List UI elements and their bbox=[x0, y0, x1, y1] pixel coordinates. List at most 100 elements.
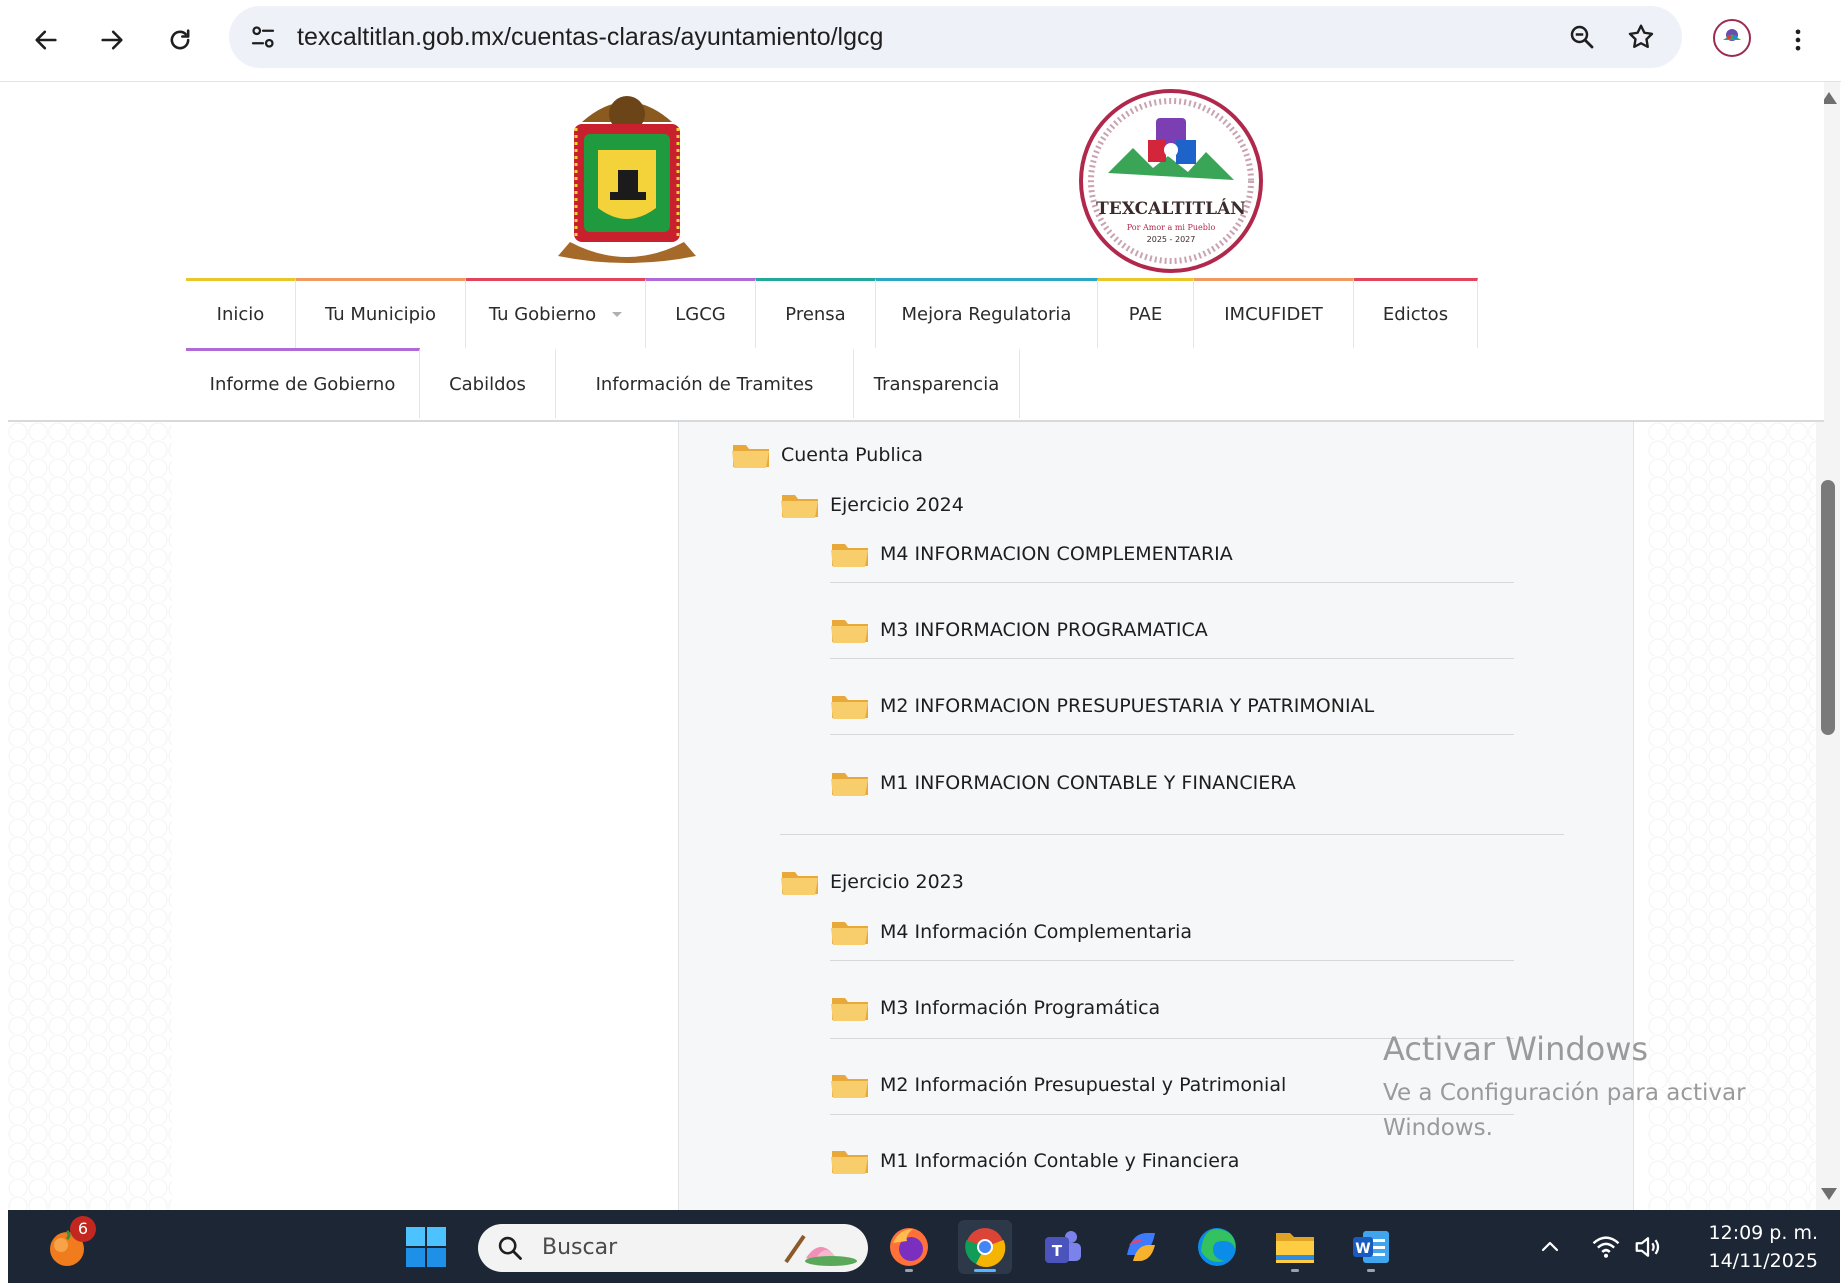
profile-avatar[interactable] bbox=[1708, 14, 1756, 62]
background-pattern-left bbox=[8, 422, 172, 1210]
nav-cabildos[interactable]: Cabildos bbox=[420, 348, 556, 418]
folder-icon bbox=[831, 620, 868, 643]
edge-icon[interactable] bbox=[1190, 1220, 1244, 1274]
screen: texcaltitlan.gob.mx/cuentas-claras/ayunt… bbox=[0, 0, 1841, 1283]
tree-label: M2 INFORMACION PRESUPUESTARIA Y PATRIMON… bbox=[880, 695, 1375, 717]
tree-item-2023-m3[interactable]: M3 Información Programática bbox=[830, 988, 1160, 1028]
nav-transparencia[interactable]: Transparencia bbox=[854, 348, 1020, 418]
tree-root-cuenta-publica[interactable]: Cuenta Publica bbox=[731, 435, 923, 475]
folder-icon bbox=[831, 696, 868, 719]
tree-label: M1 INFORMACION CONTABLE Y FINANCIERA bbox=[880, 772, 1296, 794]
back-arrow-icon[interactable] bbox=[22, 16, 70, 64]
zoom-icon[interactable] bbox=[1558, 13, 1606, 61]
chevron-down-icon bbox=[612, 312, 623, 317]
taskbar-search[interactable]: Buscar bbox=[478, 1224, 868, 1272]
forward-arrow-icon[interactable] bbox=[88, 16, 136, 64]
scrollbar-thumb[interactable] bbox=[1821, 480, 1835, 735]
scroll-down-arrow-icon[interactable] bbox=[1821, 1188, 1837, 1200]
active-indicator bbox=[974, 1269, 996, 1272]
word-icon[interactable]: W bbox=[1344, 1220, 1398, 1274]
tree-label: M3 INFORMACION PROGRAMATICA bbox=[880, 619, 1208, 641]
nav-label: Mejora Regulatoria bbox=[901, 304, 1072, 325]
nav-label: Información de Tramites bbox=[595, 374, 814, 395]
nav-tu-municipio[interactable]: Tu Municipio bbox=[296, 278, 466, 348]
site-header: TEXCALTITLÁN Por Amor a mi Pueblo 2025 -… bbox=[8, 82, 1824, 422]
watermark-title: Activar Windows bbox=[1383, 1030, 1649, 1068]
svg-text:TEXCALTITLÁN: TEXCALTITLÁN bbox=[1096, 198, 1246, 219]
nav-label: Cabildos bbox=[449, 374, 526, 395]
folder-icon bbox=[781, 872, 818, 895]
nav-imcufidet[interactable]: IMCUFIDET bbox=[1194, 278, 1354, 348]
notification-badge: 6 bbox=[70, 1216, 96, 1242]
browser-toolbar: texcaltitlan.gob.mx/cuentas-claras/ayunt… bbox=[0, 0, 1841, 82]
tree-year-2024[interactable]: Ejercicio 2024 bbox=[780, 485, 964, 525]
tree-label: Cuenta Publica bbox=[781, 444, 924, 466]
nav-tu-gobierno[interactable]: Tu Gobierno bbox=[466, 278, 646, 348]
nav-label: Transparencia bbox=[873, 374, 1000, 395]
firefox-icon[interactable] bbox=[882, 1220, 936, 1274]
divider bbox=[830, 658, 1514, 659]
tree-item-2023-m2[interactable]: M2 Información Presupuestal y Patrimonia… bbox=[830, 1065, 1286, 1105]
bookmark-star-icon[interactable] bbox=[1617, 13, 1665, 61]
reload-icon[interactable] bbox=[156, 16, 204, 64]
windows-taskbar: 6 Buscar T W 12:09 p. m. 14/11/2025 bbox=[8, 1210, 1840, 1283]
nav-edictos[interactable]: Edictos bbox=[1354, 278, 1478, 348]
divider bbox=[830, 582, 1514, 583]
clock-time[interactable]: 12:09 p. m. bbox=[1668, 1222, 1818, 1244]
menu-dots-icon[interactable] bbox=[1774, 16, 1822, 64]
tree-item-2023-m4[interactable]: M4 Información Complementaria bbox=[830, 912, 1192, 952]
volume-icon[interactable] bbox=[1628, 1220, 1668, 1274]
nav-label: LGCG bbox=[675, 304, 726, 325]
nav-inicio[interactable]: Inicio bbox=[186, 278, 296, 348]
nav-label: Prensa bbox=[785, 304, 846, 325]
search-icon bbox=[498, 1236, 522, 1260]
tree-label: M2 Información Presupuestal y Patrimonia… bbox=[880, 1074, 1287, 1096]
address-bar[interactable]: texcaltitlan.gob.mx/cuentas-claras/ayunt… bbox=[229, 6, 1682, 68]
copilot-icon[interactable] bbox=[1114, 1220, 1168, 1274]
nav-mejora-regulatoria[interactable]: Mejora Regulatoria bbox=[876, 278, 1098, 348]
tree-item-2024-m4[interactable]: M4 INFORMACION COMPLEMENTARIA bbox=[830, 534, 1233, 574]
widgets-icon[interactable]: 6 bbox=[40, 1216, 96, 1274]
nav-label: Tu Municipio bbox=[324, 304, 437, 325]
folder-icon bbox=[732, 445, 769, 468]
wifi-icon[interactable] bbox=[1586, 1220, 1626, 1274]
watermark-line2: Windows. bbox=[1383, 1115, 1493, 1141]
running-indicator bbox=[905, 1269, 913, 1272]
tree-item-2024-m3[interactable]: M3 INFORMACION PROGRAMATICA bbox=[830, 610, 1208, 650]
start-button[interactable] bbox=[399, 1220, 453, 1274]
svg-text:2025 - 2027: 2025 - 2027 bbox=[1147, 235, 1196, 244]
windows-logo-icon bbox=[406, 1227, 446, 1267]
search-placeholder: Buscar bbox=[542, 1235, 618, 1260]
svg-text:T: T bbox=[1052, 1242, 1063, 1260]
nav-prensa[interactable]: Prensa bbox=[756, 278, 876, 348]
folder-icon bbox=[831, 773, 868, 796]
url-text[interactable]: texcaltitlan.gob.mx/cuentas-claras/ayunt… bbox=[297, 6, 883, 68]
svg-text:Por Amor a mi Pueblo: Por Amor a mi Pueblo bbox=[1127, 223, 1216, 232]
site-settings-icon[interactable] bbox=[239, 13, 287, 61]
tree-item-2023-m1[interactable]: M1 Información Contable y Financiera bbox=[830, 1141, 1239, 1181]
tree-item-2024-m1[interactable]: M1 INFORMACION CONTABLE Y FINANCIERA bbox=[830, 763, 1296, 803]
nav-label: Edictos bbox=[1382, 304, 1449, 325]
chevron-up-icon[interactable] bbox=[1530, 1220, 1570, 1274]
municipality-logo[interactable]: TEXCALTITLÁN Por Amor a mi Pueblo 2025 -… bbox=[1078, 88, 1264, 274]
folder-icon bbox=[831, 922, 868, 945]
nav-informacion-de-tramites[interactable]: Información de Tramites bbox=[556, 348, 854, 418]
folder-icon bbox=[831, 998, 868, 1021]
divider bbox=[830, 734, 1514, 735]
activation-watermark: Activar Windows Ve a Configuración para … bbox=[1383, 1030, 1823, 1146]
nav-label: IMCUFIDET bbox=[1224, 304, 1323, 325]
chrome-icon[interactable] bbox=[958, 1220, 1012, 1274]
lotus-highlight-icon bbox=[784, 1234, 857, 1266]
teams-icon[interactable]: T bbox=[1036, 1220, 1090, 1274]
nav-pae[interactable]: PAE bbox=[1098, 278, 1194, 348]
tree-year-2023[interactable]: Ejercicio 2023 bbox=[780, 862, 964, 902]
coat-of-arms-logo[interactable] bbox=[540, 92, 714, 264]
nav-label: PAE bbox=[1128, 304, 1163, 325]
watermark-line1: Ve a Configuración para activar bbox=[1383, 1080, 1746, 1106]
clock-date[interactable]: 14/11/2025 bbox=[1668, 1250, 1818, 1272]
nav-label: Informe de Gobierno bbox=[209, 374, 396, 395]
nav-lgcg[interactable]: LGCG bbox=[646, 278, 756, 348]
file-explorer-icon[interactable] bbox=[1268, 1220, 1322, 1274]
tree-item-2024-m2[interactable]: M2 INFORMACION PRESUPUESTARIA Y PATRIMON… bbox=[830, 686, 1374, 726]
nav-informe-de-gobierno[interactable]: Informe de Gobierno bbox=[186, 348, 420, 418]
